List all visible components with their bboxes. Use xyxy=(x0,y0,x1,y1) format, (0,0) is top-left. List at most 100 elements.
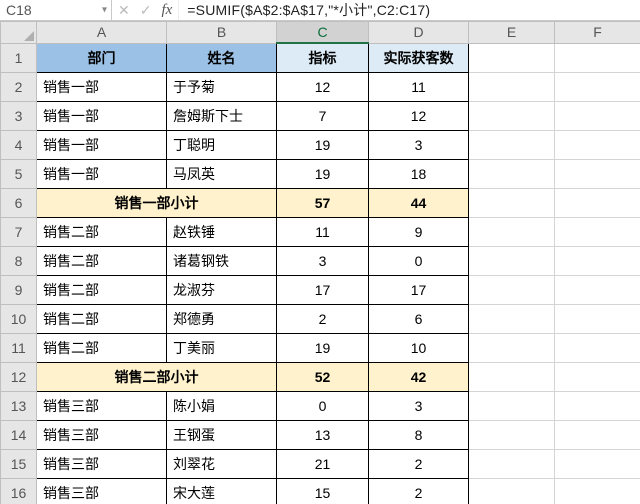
cell[interactable]: 42 xyxy=(369,362,469,391)
col-header-D[interactable]: D xyxy=(369,22,469,44)
cell[interactable]: 19 xyxy=(277,159,369,188)
cell[interactable]: 0 xyxy=(369,246,469,275)
cell[interactable]: 马凤英 xyxy=(167,159,277,188)
cell[interactable]: 17 xyxy=(277,275,369,304)
cell[interactable]: 销售二部 xyxy=(37,333,167,362)
cell[interactable]: 17 xyxy=(369,275,469,304)
row-header[interactable]: 13 xyxy=(1,391,37,420)
row-header[interactable]: 2 xyxy=(1,72,37,101)
row-header[interactable]: 16 xyxy=(1,478,37,504)
cell[interactable] xyxy=(469,246,555,275)
cell[interactable]: 郑德勇 xyxy=(167,304,277,333)
name-box[interactable]: C18 ▾ xyxy=(0,0,112,20)
cell[interactable] xyxy=(469,217,555,246)
cell[interactable]: 13 xyxy=(277,420,369,449)
cell[interactable]: 9 xyxy=(369,217,469,246)
row-header[interactable]: 14 xyxy=(1,420,37,449)
cell[interactable]: 57 xyxy=(277,188,369,217)
row-header[interactable]: 5 xyxy=(1,159,37,188)
cell[interactable] xyxy=(555,362,640,391)
cell[interactable]: 诸葛钢铁 xyxy=(167,246,277,275)
cell[interactable] xyxy=(469,159,555,188)
cell[interactable]: 10 xyxy=(369,333,469,362)
cell[interactable]: 陈小娟 xyxy=(167,391,277,420)
cell[interactable]: 销售二部 xyxy=(37,275,167,304)
cell[interactable] xyxy=(469,130,555,159)
row-header[interactable]: 3 xyxy=(1,101,37,130)
cell[interactable]: 销售一部 xyxy=(37,101,167,130)
cell[interactable] xyxy=(469,478,555,504)
cell[interactable]: 2 xyxy=(369,449,469,478)
select-all-corner[interactable] xyxy=(1,22,37,44)
row-header[interactable]: 12 xyxy=(1,362,37,391)
cell[interactable]: 11 xyxy=(369,72,469,101)
row-header[interactable]: 7 xyxy=(1,217,37,246)
cell[interactable]: 6 xyxy=(369,304,469,333)
cell[interactable] xyxy=(555,449,640,478)
cell[interactable]: 姓名 xyxy=(167,43,277,72)
cell[interactable] xyxy=(469,333,555,362)
row-header[interactable]: 8 xyxy=(1,246,37,275)
col-header-C[interactable]: C xyxy=(277,22,369,44)
cell[interactable]: 于予菊 xyxy=(167,72,277,101)
cell[interactable] xyxy=(469,449,555,478)
cell[interactable]: 销售三部 xyxy=(37,449,167,478)
cell[interactable]: 8 xyxy=(369,420,469,449)
spreadsheet-grid[interactable]: A B C D E F 1 部门 姓名 指标 实际获客数 xyxy=(0,21,640,504)
cell[interactable] xyxy=(555,246,640,275)
cell[interactable]: 销售三部 xyxy=(37,478,167,504)
fx-icon[interactable]: fx xyxy=(161,2,172,19)
cell[interactable]: 刘翠花 xyxy=(167,449,277,478)
cell[interactable]: 部门 xyxy=(37,43,167,72)
cell[interactable] xyxy=(469,362,555,391)
cell[interactable] xyxy=(555,391,640,420)
cell[interactable] xyxy=(469,391,555,420)
cell[interactable]: 指标 xyxy=(277,43,369,72)
cell[interactable]: 3 xyxy=(277,246,369,275)
cell[interactable]: 15 xyxy=(277,478,369,504)
cell[interactable]: 王钢蛋 xyxy=(167,420,277,449)
cell[interactable]: 销售二部 xyxy=(37,246,167,275)
confirm-icon[interactable]: ✓ xyxy=(140,2,152,19)
cell[interactable] xyxy=(555,333,640,362)
cell[interactable]: 销售一部 xyxy=(37,159,167,188)
cell[interactable]: 3 xyxy=(369,130,469,159)
row-header[interactable]: 6 xyxy=(1,188,37,217)
cell[interactable] xyxy=(555,275,640,304)
cell[interactable]: 龙淑芬 xyxy=(167,275,277,304)
cell[interactable]: 18 xyxy=(369,159,469,188)
formula-input[interactable]: =SUMIF($A$2:$A$17,"*小计",C2:C17) xyxy=(179,0,640,20)
cell[interactable] xyxy=(555,159,640,188)
cell[interactable]: 19 xyxy=(277,333,369,362)
cell[interactable] xyxy=(469,43,555,72)
cell[interactable]: 52 xyxy=(277,362,369,391)
cell[interactable]: 实际获客数 xyxy=(369,43,469,72)
cell[interactable] xyxy=(469,72,555,101)
cell[interactable] xyxy=(555,478,640,504)
cell[interactable]: 2 xyxy=(277,304,369,333)
cell[interactable]: 3 xyxy=(369,391,469,420)
cell[interactable] xyxy=(555,43,640,72)
row-header[interactable]: 1 xyxy=(1,43,37,72)
cell-subtotal-label[interactable]: 销售二部小计 xyxy=(37,362,277,391)
cell[interactable] xyxy=(555,217,640,246)
col-header-B[interactable]: B xyxy=(167,22,277,44)
cell[interactable]: 2 xyxy=(369,478,469,504)
cell[interactable] xyxy=(555,101,640,130)
cell[interactable]: 销售二部 xyxy=(37,217,167,246)
cell[interactable]: 丁聪明 xyxy=(167,130,277,159)
cell[interactable]: 44 xyxy=(369,188,469,217)
cell[interactable]: 12 xyxy=(277,72,369,101)
cell[interactable] xyxy=(469,420,555,449)
row-header[interactable]: 10 xyxy=(1,304,37,333)
cell[interactable] xyxy=(469,275,555,304)
cell[interactable]: 宋大莲 xyxy=(167,478,277,504)
cell[interactable]: 12 xyxy=(369,101,469,130)
cell[interactable]: 19 xyxy=(277,130,369,159)
cell[interactable] xyxy=(555,420,640,449)
row-header[interactable]: 4 xyxy=(1,130,37,159)
cell[interactable] xyxy=(555,188,640,217)
cell[interactable] xyxy=(555,304,640,333)
chevron-down-icon[interactable]: ▾ xyxy=(102,5,107,16)
col-header-E[interactable]: E xyxy=(469,22,555,44)
